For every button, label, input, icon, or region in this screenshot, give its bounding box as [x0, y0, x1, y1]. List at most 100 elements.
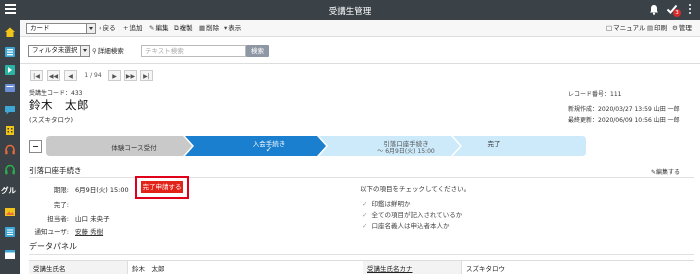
next-page-icon[interactable]: ▶: [108, 70, 121, 81]
manual-button[interactable]: □マニュアル: [606, 23, 645, 34]
bell-icon[interactable]: [649, 4, 659, 15]
print-button[interactable]: ▤印刷: [647, 23, 667, 34]
app-title: 受講生管理: [328, 7, 372, 17]
display-button[interactable]: ▾表示: [224, 23, 241, 34]
copy-button[interactable]: ⧉複製: [174, 23, 193, 34]
display-label: 表示: [228, 24, 242, 32]
print-label: 印刷: [654, 24, 668, 32]
search-button[interactable]: 検索: [246, 45, 269, 57]
chevron-down-icon: [86, 24, 95, 33]
more-options-icon[interactable]: [689, 4, 692, 16]
data-panel-row: 受講生氏名 鈴木 太郎 受講生氏名カナ スズキタロウ: [29, 260, 694, 274]
deadline-label: 期限:: [53, 186, 69, 194]
step-deadline: ～ 6月9日(火) 15:00: [377, 148, 435, 155]
first-page-icon[interactable]: |◀: [30, 70, 43, 81]
caret-down-icon: ▾: [224, 24, 228, 32]
admin-label: 管理: [678, 24, 692, 32]
headset-icon[interactable]: [4, 144, 16, 156]
notify-user-link[interactable]: 安藤 秀樹: [75, 226, 103, 236]
filter-select[interactable]: フィルタ未選択: [28, 45, 90, 57]
notify-user-label: 通知ユーザ:: [34, 228, 69, 236]
arrow-right-icon[interactable]: [4, 64, 16, 76]
gear-icon: ⚙: [672, 24, 678, 32]
chat-icon[interactable]: [4, 104, 16, 116]
last-page-icon[interactable]: ▶|: [140, 70, 153, 81]
list-icon[interactable]: [4, 226, 16, 238]
view-select-value: カード: [30, 24, 50, 32]
home-icon[interactable]: [4, 26, 16, 38]
deadline-value: 6月9日(火) 15:00: [75, 186, 129, 194]
advanced-search-button[interactable]: ⚲詳細検索: [92, 45, 124, 57]
printer-icon: ▤: [647, 24, 654, 32]
section-edit-link[interactable]: ✎編集する: [651, 167, 680, 176]
check-mark-icon: ✓: [265, 145, 273, 154]
field-value-name: 鈴木 太郎: [132, 265, 165, 273]
copy-label: 複製: [179, 24, 193, 32]
headset-green-icon[interactable]: [4, 164, 16, 176]
prev-page-fast-icon[interactable]: ◀◀: [47, 70, 60, 81]
chevron-down-icon: [80, 46, 89, 56]
delete-label: 削除: [206, 24, 220, 32]
pager: |◀ ◀◀ ◀ 1 / 94 ▶ ▶▶ ▶|: [20, 64, 700, 86]
section-edit-label: 編集する: [656, 169, 681, 176]
student-name: 鈴木 太郎: [29, 98, 89, 112]
cell-divider: [461, 261, 462, 274]
section-divider: [29, 177, 694, 178]
checklist-item-label: 全ての項目が記入されているか: [371, 211, 463, 219]
plus-icon: +: [123, 24, 129, 32]
collapse-steps-button[interactable]: [29, 140, 42, 153]
field-value-kana: スズキタロウ: [466, 265, 505, 273]
book-icon: □: [606, 24, 613, 32]
next-page-fast-icon[interactable]: ▶▶: [124, 70, 137, 81]
card-icon[interactable]: [4, 82, 16, 94]
notification-badge: 3: [673, 9, 681, 17]
delete-button[interactable]: ▦削除: [199, 23, 219, 34]
checklist-item[interactable]: ✓ 全ての項目が記入されているか: [362, 209, 462, 219]
admin-button[interactable]: ⚙管理: [672, 23, 692, 34]
assignee-label: 担当者:: [47, 215, 69, 223]
section-title: 引落口座手続き: [29, 166, 82, 175]
completed-label: 完了:: [53, 201, 69, 209]
assignee-value: 山口 未央子: [75, 215, 110, 223]
edit-button[interactable]: ✎編集: [149, 23, 168, 34]
trash-icon: ▦: [199, 24, 206, 32]
search-icon: ⚲: [92, 47, 97, 55]
sidebar: グル: [0, 20, 20, 274]
text-search-input[interactable]: テキスト検索: [141, 45, 246, 57]
record-number: レコード番号：111: [568, 91, 622, 98]
advanced-search-label: 詳細検索: [97, 47, 124, 55]
field-label-name: 受講生氏名: [33, 265, 66, 273]
filter-bar: フィルタ未選択 ⚲詳細検索 テキスト検索 検索: [20, 38, 700, 64]
data-panel-title: データパネル: [29, 242, 77, 251]
manual-label: マニュアル: [613, 24, 646, 32]
pencil-icon: ✎: [149, 24, 155, 32]
student-kana: (スズキタロウ): [29, 116, 74, 124]
copy-icon: ⧉: [174, 24, 179, 32]
cell-divider: [127, 261, 128, 274]
calendar-icon[interactable]: [4, 248, 16, 260]
checklist-item[interactable]: ✓ 印鑑は鮮明か: [362, 198, 410, 208]
check-icon: ✓: [362, 211, 368, 219]
checklist-item-label: 口座名義人は申込者本人か: [371, 222, 450, 230]
add-button[interactable]: +追加: [123, 23, 142, 34]
checklist-item[interactable]: ✓ 口座名義人は申込者本人か: [362, 220, 449, 230]
prev-page-icon[interactable]: ◀: [64, 70, 77, 81]
step-label-trial: 体験コース受付: [111, 144, 157, 152]
view-select[interactable]: カード: [26, 23, 96, 34]
back-button[interactable]: ‹戻る: [99, 23, 116, 34]
filter-select-value: フィルタ未選択: [32, 46, 78, 54]
edit-label: 編集: [155, 24, 169, 32]
page-position: 1 / 94: [84, 72, 102, 79]
step-label-complete: 完了: [487, 140, 501, 148]
building-icon[interactable]: [4, 124, 16, 136]
sidebar-group-label[interactable]: グル: [1, 185, 16, 196]
database-icon[interactable]: [4, 46, 16, 58]
highlight-annotation: [135, 176, 189, 199]
field-label-kana[interactable]: 受講生氏名カナ: [367, 263, 413, 273]
add-label: 追加: [129, 24, 143, 32]
student-code: 受講生コード：433: [29, 90, 83, 97]
back-arrow-icon: ‹: [99, 24, 102, 32]
check-icon: ✓: [362, 200, 368, 208]
image-icon[interactable]: [4, 206, 16, 218]
checklist-item-label: 印鑑は鮮明か: [371, 200, 411, 208]
